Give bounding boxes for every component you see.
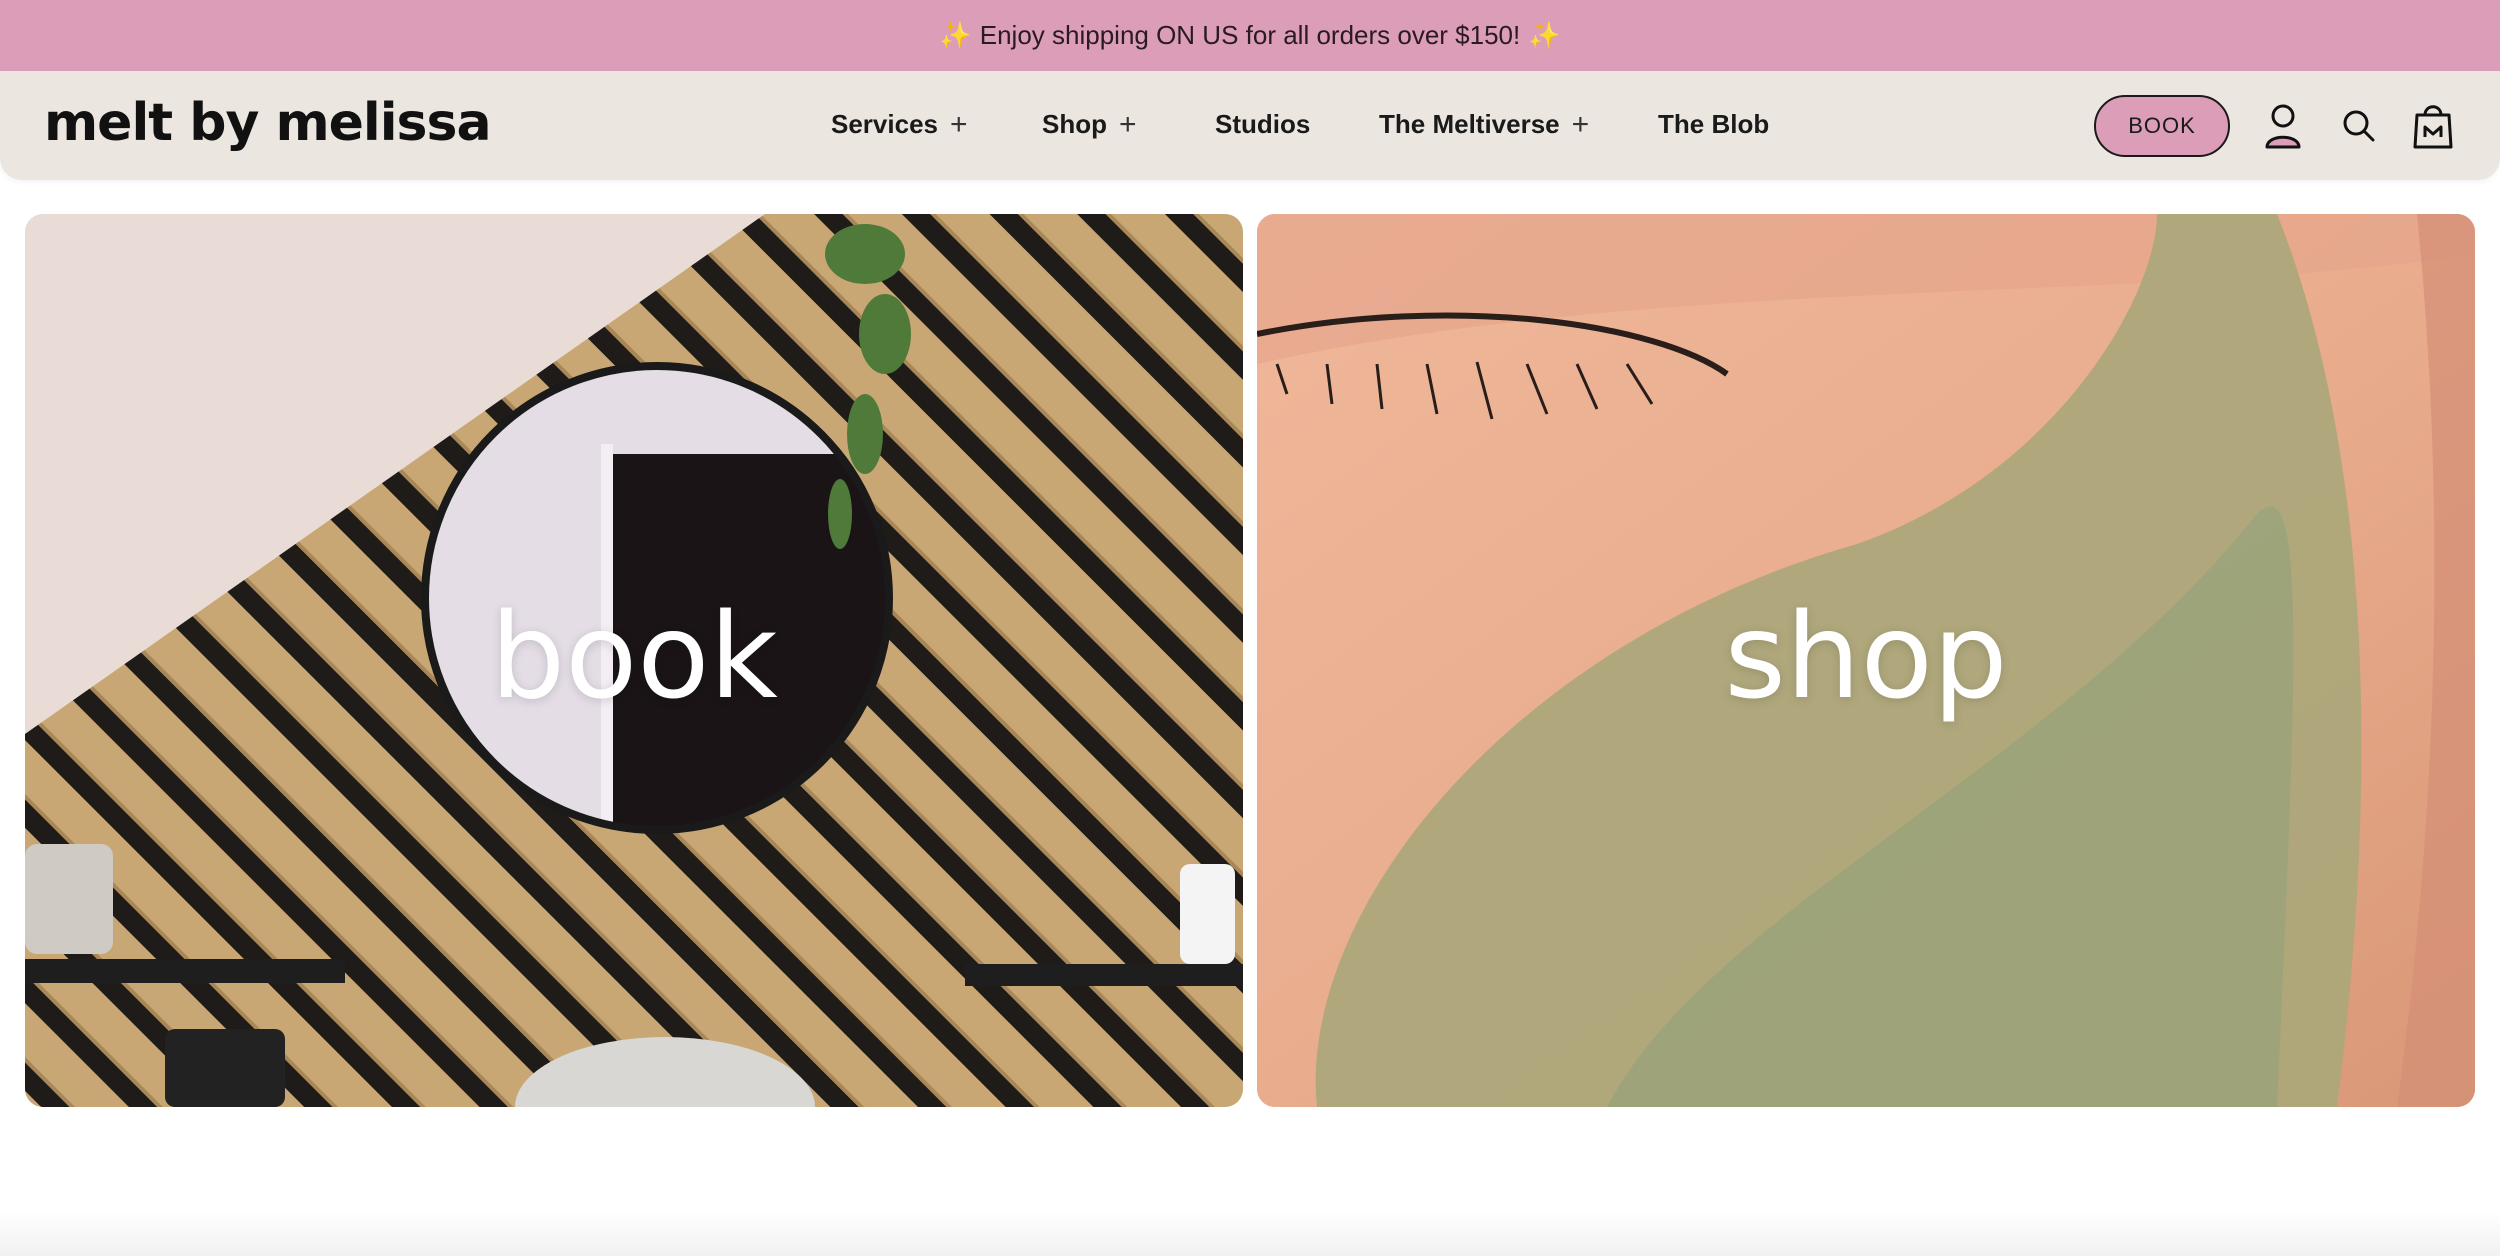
- plus-icon: +: [1119, 107, 1137, 141]
- announcement-bar: ✨ Enjoy shipping ON US for all orders ov…: [0, 0, 2500, 71]
- shop-panel[interactable]: shop: [1257, 214, 2475, 1107]
- plus-icon: +: [949, 107, 968, 141]
- announcement-text: Enjoy shipping ON US for all orders over…: [979, 20, 1521, 50]
- nav-label: Studios: [1215, 109, 1311, 139]
- book-label: book: [490, 586, 778, 725]
- nav-label: Shop: [1042, 109, 1107, 139]
- plus-icon: +: [1571, 107, 1590, 141]
- shop-label: shop: [1724, 586, 2008, 725]
- nav-label: The Meltiverse: [1379, 109, 1560, 139]
- book-button[interactable]: BOOK: [2094, 95, 2230, 157]
- account-icon[interactable]: [2264, 103, 2302, 154]
- sparkle-icon: ✨: [939, 20, 972, 50]
- page-bottom-edge: [0, 1212, 2500, 1256]
- nav-item-services[interactable]: Services +: [831, 109, 968, 140]
- nav-item-meltiverse[interactable]: The Meltiverse +: [1379, 109, 1589, 140]
- cart-bag-icon[interactable]: [2412, 101, 2454, 154]
- book-panel[interactable]: book: [25, 214, 1243, 1107]
- search-icon[interactable]: [2342, 109, 2376, 148]
- nav-item-shop[interactable]: Shop +: [1042, 109, 1137, 140]
- nav-item-studios[interactable]: Studios: [1215, 109, 1310, 140]
- nav-label: Services: [831, 109, 938, 139]
- site-logo[interactable]: melt by melissa: [44, 93, 492, 153]
- sparkle-icon: ✨: [1528, 20, 1561, 50]
- nav-item-the-blob[interactable]: The Blob: [1658, 109, 1769, 140]
- site-header: melt by melissa Services + Shop + Studio…: [0, 71, 2500, 180]
- nav-label: The Blob: [1658, 109, 1770, 139]
